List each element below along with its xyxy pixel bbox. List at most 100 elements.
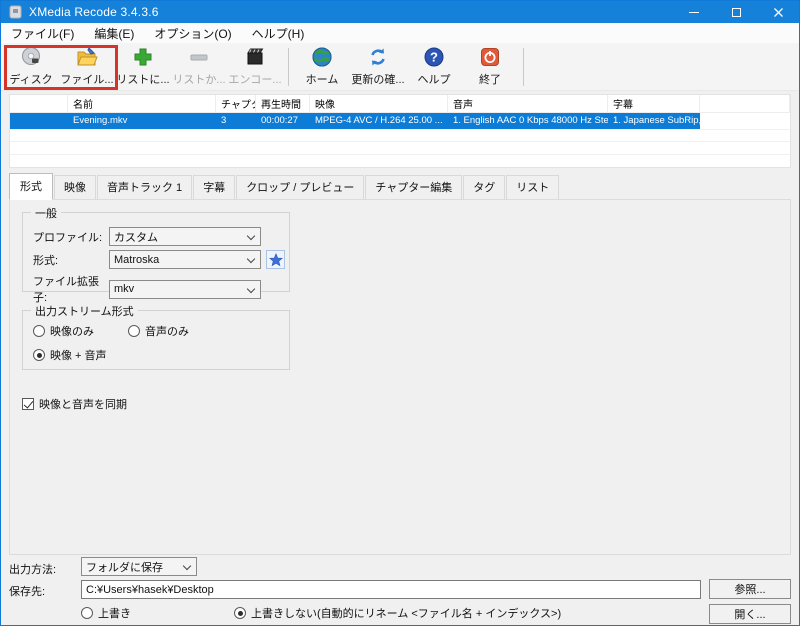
column-header-video[interactable]: 映像 — [310, 95, 448, 112]
toolbar-disc-button[interactable]: ディスク — [3, 45, 59, 89]
output-stream-group-title: 出力ストリーム形式 — [31, 303, 138, 319]
menu-options[interactable]: オプション(O) — [144, 23, 241, 43]
radio-checked-icon — [234, 607, 246, 619]
refresh-icon — [367, 45, 389, 69]
radio-video-only-label: 映像のみ — [50, 323, 94, 339]
radio-no-overwrite-label: 上書きしない(自動的にリネーム <ファイル名 + インデックス>) — [251, 605, 561, 621]
row-name-cell: Evening.mkv — [68, 113, 216, 129]
extension-value: mkv — [114, 283, 134, 295]
open-button[interactable]: 開く... — [709, 604, 791, 624]
output-method-value: フォルダに保存 — [86, 559, 163, 575]
maximize-button[interactable] — [715, 1, 757, 23]
file-list-header: 名前 チャプター 再生時間 映像 音声 字幕 — [10, 95, 790, 113]
toolbar-help-button[interactable]: ? ヘルプ — [406, 45, 462, 89]
toolbar-add-to-list-button[interactable]: リストに... — [115, 45, 171, 89]
toolbar-file-button[interactable]: ファイル... — [59, 45, 115, 89]
checkmark-icon — [22, 398, 34, 410]
radio-overwrite[interactable]: 上書き — [81, 605, 131, 621]
column-header-name[interactable]: 名前 — [68, 95, 216, 112]
destination-input[interactable]: C:¥Users¥hasek¥Desktop — [81, 580, 701, 599]
file-list: 名前 チャプター 再生時間 映像 音声 字幕 Evening.mkv 3 00:… — [9, 94, 791, 168]
tab-format[interactable]: 形式 — [9, 173, 53, 200]
add-plus-icon — [132, 45, 154, 69]
toolbar-button-label: ディスク — [9, 71, 52, 87]
toolbar-button-label: ホーム — [306, 71, 339, 87]
browse-button[interactable]: 参照... — [709, 579, 791, 599]
toolbar-home-button[interactable]: ホーム — [294, 45, 350, 89]
tab-strip: 形式 映像 音声トラック 1 字幕 クロップ / プレビュー チャプター編集 タ… — [9, 173, 791, 199]
column-header-select[interactable] — [10, 95, 68, 112]
output-method-label: 出力方法: — [9, 561, 56, 577]
open-folder-icon — [75, 45, 99, 69]
radio-checked-icon — [33, 349, 45, 361]
toolbar-button-label: 更新の確... — [351, 71, 404, 87]
radio-overwrite-label: 上書き — [98, 605, 131, 621]
column-header-chapters[interactable]: チャプター — [216, 95, 256, 112]
column-header-duration[interactable]: 再生時間 — [256, 95, 310, 112]
empty-row — [10, 154, 790, 167]
output-method-select[interactable]: フォルダに保存 — [81, 557, 197, 576]
menu-help[interactable]: ヘルプ(H) — [242, 23, 315, 43]
empty-row — [10, 141, 790, 154]
app-icon — [9, 5, 22, 19]
tab-crop-preview[interactable]: クロップ / プレビュー — [236, 175, 364, 199]
power-icon — [479, 45, 501, 69]
minimize-button[interactable] — [673, 1, 715, 23]
tab-audio-track-1[interactable]: 音声トラック 1 — [97, 175, 192, 199]
tab-subtitle[interactable]: 字幕 — [193, 175, 235, 199]
radio-video-audio[interactable]: 映像 + 音声 — [33, 347, 107, 363]
destination-path: C:¥Users¥hasek¥Desktop — [86, 584, 214, 596]
tab-tag[interactable]: タグ — [463, 175, 505, 199]
output-stream-group: 出力ストリーム形式 映像のみ 音声のみ 映像 + 音声 — [22, 310, 290, 370]
radio-icon — [81, 607, 93, 619]
close-button[interactable] — [757, 1, 799, 23]
profile-value: カスタム — [114, 229, 158, 245]
menu-file[interactable]: ファイル(F) — [1, 23, 84, 43]
toolbar-encode-button[interactable]: エンコー... — [227, 45, 283, 89]
help-icon: ? — [423, 45, 445, 69]
format-select[interactable]: Matroska — [109, 250, 261, 269]
chevron-down-icon — [247, 255, 255, 263]
radio-no-overwrite[interactable]: 上書きしない(自動的にリネーム <ファイル名 + インデックス>) — [234, 605, 561, 621]
destination-label: 保存先: — [9, 583, 45, 599]
chevron-down-icon — [247, 232, 255, 240]
menu-edit[interactable]: 編集(E) — [84, 23, 144, 43]
favorite-button[interactable] — [266, 250, 285, 269]
radio-audio-only[interactable]: 音声のみ — [128, 323, 189, 339]
toolbar-remove-from-list-button[interactable]: リストか... — [171, 45, 227, 89]
sync-av-checkbox[interactable]: 映像と音声を同期 — [22, 396, 127, 412]
menu-bar: ファイル(F) 編集(E) オプション(O) ヘルプ(H) — [1, 23, 799, 43]
row-select-cell — [10, 113, 68, 129]
globe-icon — [311, 45, 333, 69]
toolbar-separator — [523, 48, 524, 86]
toolbar-exit-button[interactable]: 終了 — [462, 45, 518, 89]
row-subtitle-cell: 1. Japanese SubRip, ... — [608, 113, 700, 129]
browse-button-label: 参照... — [734, 581, 765, 597]
minimize-icon — [689, 12, 699, 13]
maximize-icon — [732, 8, 741, 17]
output-bar: 出力方法: フォルダに保存 保存先: C:¥Users¥hasek¥Deskto… — [1, 555, 799, 625]
tab-video[interactable]: 映像 — [54, 175, 96, 199]
column-header-audio[interactable]: 音声 — [448, 95, 608, 112]
window-controls — [673, 1, 799, 23]
star-icon — [269, 253, 283, 267]
toolbar: ディスク ファイル... リストに... — [1, 43, 799, 91]
format-tab-panel: 一般 プロファイル: カスタム 形式: Matroska — [9, 199, 791, 555]
tab-chapter-edit[interactable]: チャプター編集 — [365, 175, 462, 199]
radio-icon — [128, 325, 140, 337]
radio-video-only[interactable]: 映像のみ — [33, 323, 94, 339]
app-window: XMedia Recode 3.4.3.6 ファイル(F) 編集(E) オプショ… — [0, 0, 800, 626]
tab-list[interactable]: リスト — [506, 175, 559, 199]
toolbar-update-check-button[interactable]: 更新の確... — [350, 45, 406, 89]
column-header-subtitle[interactable]: 字幕 — [608, 95, 700, 112]
profile-select[interactable]: カスタム — [109, 227, 261, 246]
toolbar-button-label: ファイル... — [60, 71, 113, 87]
table-row[interactable]: Evening.mkv 3 00:00:27 MPEG-4 AVC / H.26… — [10, 113, 790, 129]
toolbar-button-label: ヘルプ — [418, 71, 451, 87]
open-button-label: 開く... — [734, 606, 765, 622]
close-icon — [773, 7, 784, 18]
row-chapters-cell: 3 — [216, 113, 256, 129]
row-duration-cell: 00:00:27 — [256, 113, 310, 129]
toolbar-button-label: エンコー... — [228, 71, 281, 87]
extension-select[interactable]: mkv — [109, 280, 261, 299]
